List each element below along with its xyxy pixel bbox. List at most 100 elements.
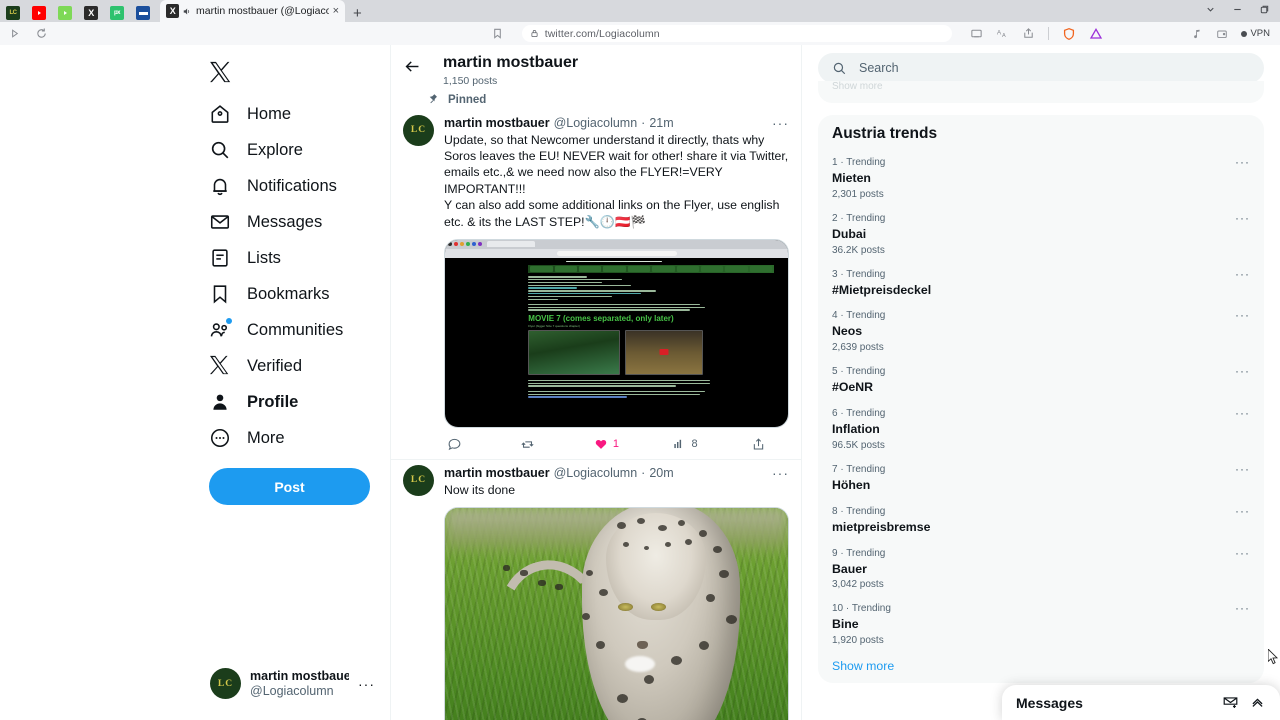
avatar[interactable]: LC [403, 464, 434, 496]
search-input[interactable]: Search [818, 53, 1264, 83]
messages-dock[interactable]: Messages [1002, 685, 1280, 720]
like-button[interactable]: 1 [594, 437, 619, 451]
pinned-tab-media[interactable] [54, 4, 76, 22]
close-icon[interactable]: × [333, 5, 339, 17]
x-logo-icon[interactable] [195, 53, 390, 96]
repost-button[interactable] [520, 437, 540, 452]
new-tab-button[interactable]: + [353, 6, 362, 21]
tweet-timestamp[interactable]: 21m [649, 116, 673, 130]
share-button[interactable] [751, 437, 771, 452]
tweet-media-photo[interactable] [444, 507, 789, 720]
account-switcher[interactable]: LC martin mostbauer @Logiacolumn ··· [205, 663, 380, 704]
trend-rank: 2 · Trending [832, 212, 886, 224]
bookmark-icon[interactable] [491, 27, 504, 40]
sidebar-item-label: Lists [247, 248, 281, 267]
active-tab[interactable]: X martin mostbauer (@Logiacolu × [160, 0, 345, 22]
right-sidebar: Search Show more Austria trends 1 · Tren… [802, 45, 1280, 720]
trend-menu-icon[interactable]: ··· [1235, 308, 1250, 322]
show-more-link[interactable]: Show more [832, 653, 1250, 673]
pinned-tab-logiacolumn[interactable]: LC [2, 4, 24, 22]
blue-favicon [136, 6, 150, 20]
chevron-down-icon[interactable] [1205, 4, 1216, 18]
tweet-media-screenshot[interactable]: MOVIE 7 (comes separated, only later) Fl… [444, 238, 789, 428]
new-message-icon[interactable] [1222, 694, 1239, 711]
sidebar-item-notifications[interactable]: Notifications [195, 168, 390, 204]
back-arrow-icon[interactable] [404, 53, 421, 80]
tweet-body: martin mostbauer @Logiacolumn · 21m ··· … [444, 115, 789, 459]
tweet-author-handle[interactable]: @Logiacolumn [554, 116, 638, 130]
trend-item[interactable]: 4 · Trending Neos 2,639 posts ··· [832, 304, 1250, 360]
tweet-author-handle[interactable]: @Logiacolumn [554, 466, 638, 480]
trend-menu-icon[interactable]: ··· [1235, 406, 1250, 420]
sidebar-item-more[interactable]: More [195, 420, 390, 456]
trend-item[interactable]: 7 · Trending Höhen ··· [832, 458, 1250, 500]
trend-item[interactable]: 1 · Trending Mieten 2,301 posts ··· [832, 151, 1250, 207]
trend-menu-icon[interactable]: ··· [1235, 211, 1250, 225]
share-icon[interactable] [1022, 27, 1035, 40]
trend-name: Dubai [832, 226, 867, 241]
brave-shield-icon[interactable] [1062, 27, 1076, 41]
toolbar-right-icons: A A VPN [970, 27, 1272, 41]
tweet-menu-icon[interactable]: ··· [772, 115, 789, 131]
sidebar-item-home[interactable]: Home [195, 96, 390, 132]
lock-icon [530, 29, 539, 38]
vpn-button[interactable]: VPN [1241, 28, 1270, 39]
url-bar[interactable]: twitter.com/Logiacolumn [521, 25, 953, 42]
reload-icon[interactable] [35, 27, 48, 40]
restore-icon[interactable] [1259, 4, 1270, 18]
sidebar-item-communities[interactable]: Communities [195, 312, 390, 348]
chevron-up-icon[interactable] [1249, 694, 1266, 711]
embedded-screenshot: MOVIE 7 (comes separated, only later) Fl… [445, 239, 788, 427]
pinned-tab-youtube[interactable] [28, 4, 50, 22]
back-icon[interactable] [8, 27, 21, 40]
tweet-menu-icon[interactable]: ··· [772, 465, 789, 481]
pinned-tab-blue[interactable] [132, 4, 154, 22]
trend-item[interactable]: 2 · Trending Dubai 36.2K posts ··· [832, 207, 1250, 263]
sidebar-item-label: Explore [247, 140, 303, 159]
trend-menu-icon[interactable]: ··· [1235, 267, 1250, 281]
tweet-pinned[interactable]: LC martin mostbauer @Logiacolumn · 21m ·… [391, 110, 801, 459]
trend-item[interactable]: 10 · Trending Bine 1,920 posts ··· [832, 597, 1250, 653]
tweet-timestamp[interactable]: 20m [649, 466, 673, 480]
account-menu-icon[interactable]: ··· [358, 676, 375, 692]
minimize-icon[interactable] [1232, 4, 1243, 18]
tweet-author-name[interactable]: martin mostbauer [444, 116, 550, 130]
trend-rank: 10 · Trending [832, 603, 891, 615]
translate-icon[interactable]: A A [996, 27, 1009, 40]
sidebar-item-lists[interactable]: Lists [195, 240, 390, 276]
tweet-second[interactable]: LC martin mostbauer @Logiacolumn · 20m ·… [391, 460, 801, 720]
sidebar-item-bookmarks[interactable]: Bookmarks [195, 276, 390, 312]
sidebar-item-profile[interactable]: Profile [195, 384, 390, 420]
trend-menu-icon[interactable]: ··· [1235, 504, 1250, 518]
url-text: twitter.com/Logiacolumn [544, 27, 660, 40]
sidebar-item-explore[interactable]: Explore [195, 132, 390, 168]
sidebar-item-verified[interactable]: Verified [195, 348, 390, 384]
pinned-tab-x[interactable]: X [80, 4, 102, 22]
pinned-tab-px[interactable]: px [106, 4, 128, 22]
trend-menu-icon[interactable]: ··· [1235, 155, 1250, 169]
avatar[interactable]: LC [403, 114, 434, 146]
tweet-text: Now its done [444, 482, 516, 497]
x-favicon: X [84, 6, 98, 20]
music-icon[interactable] [1191, 28, 1203, 40]
trend-menu-icon[interactable]: ··· [1235, 364, 1250, 378]
reply-button[interactable] [447, 437, 467, 452]
toolbar-divider [1048, 27, 1050, 40]
views-button[interactable]: 8 [672, 437, 698, 451]
trend-item[interactable]: 8 · Trending mietpreisbremse ··· [832, 500, 1250, 542]
trend-item[interactable]: 6 · Trending Inflation 96.5K posts ··· [832, 402, 1250, 458]
trend-menu-icon[interactable]: ··· [1235, 601, 1250, 615]
brave-rewards-icon[interactable] [1089, 27, 1103, 41]
wallet-icon[interactable] [1216, 28, 1228, 40]
trend-menu-icon[interactable]: ··· [1235, 462, 1250, 476]
trend-menu-icon[interactable]: ··· [1235, 546, 1250, 560]
cast-icon[interactable] [970, 27, 983, 40]
sidebar-item-messages[interactable]: Messages [195, 204, 390, 240]
trend-rank: 7 · Trending [832, 463, 886, 475]
post-button[interactable]: Post [209, 468, 370, 505]
trend-item[interactable]: 5 · Trending #OeNR ··· [832, 360, 1250, 402]
trend-item[interactable]: 9 · Trending Bauer 3,042 posts ··· [832, 542, 1250, 598]
trend-item[interactable]: 3 · Trending #Mietpreisdeckel ··· [832, 263, 1250, 305]
embedded-thumb-left [528, 329, 621, 375]
tweet-author-name[interactable]: martin mostbauer [444, 466, 550, 480]
